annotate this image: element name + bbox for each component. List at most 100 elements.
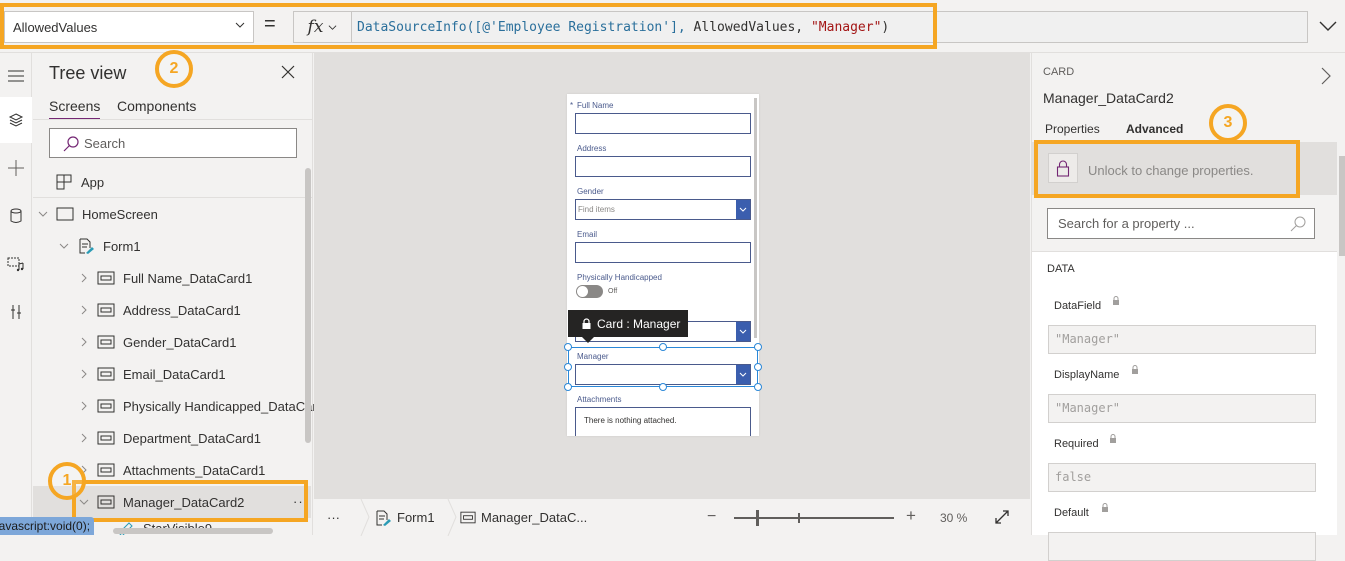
- tab-components[interactable]: Components: [117, 98, 196, 118]
- screen-scrollbar[interactable]: [754, 98, 757, 338]
- chevron-down-icon[interactable]: [38, 209, 48, 219]
- breadcrumb-more[interactable]: ···: [327, 499, 340, 536]
- tree-view-title: Tree view: [49, 63, 127, 83]
- tree-view-button[interactable]: [0, 97, 32, 143]
- properties-panel: CARD Manager_DataCard2 Properties Advanc…: [1031, 53, 1345, 561]
- tree-item-datacard[interactable]: Address_DataCard1: [33, 294, 303, 326]
- chevron-right-icon[interactable]: [79, 305, 89, 315]
- dropdown-button[interactable]: [736, 322, 750, 341]
- fx-button[interactable]: fx: [293, 11, 352, 43]
- resize-handle[interactable]: [564, 343, 572, 351]
- chevron-right-icon[interactable]: [79, 433, 89, 443]
- tab-divider: [33, 119, 313, 120]
- database-icon: [10, 208, 22, 223]
- tree-view-panel: Tree view Screens Components Search App …: [33, 53, 331, 536]
- handicapped-toggle[interactable]: [576, 285, 603, 298]
- chevron-right-icon[interactable]: [79, 273, 89, 283]
- chevron-right-icon[interactable]: [1320, 67, 1332, 85]
- resize-handle[interactable]: [564, 363, 572, 371]
- chevron-down-icon: [329, 24, 337, 30]
- chevron-right-icon[interactable]: [79, 369, 89, 379]
- chevron-down-icon[interactable]: [79, 497, 89, 507]
- tab-properties[interactable]: Properties: [1045, 122, 1100, 140]
- tree-horizontal-scrollbar[interactable]: [113, 528, 273, 534]
- tab-screens[interactable]: Screens: [49, 98, 101, 120]
- resize-handle[interactable]: [659, 383, 667, 391]
- media-button[interactable]: [0, 241, 32, 287]
- lock-icon: [1113, 296, 1119, 305]
- breadcrumb-manager-datacard[interactable]: Manager_DataC...: [460, 499, 587, 536]
- tree-scrollbar[interactable]: [305, 168, 311, 443]
- selection-box[interactable]: [568, 347, 758, 387]
- property-search-input[interactable]: Search for a property ...: [1047, 208, 1315, 239]
- formula-input[interactable]: DataSourceInfo([@'Employee Registration'…: [352, 11, 1308, 43]
- lock-icon: [1102, 503, 1108, 512]
- unlock-button[interactable]: [1048, 153, 1078, 183]
- tools-button[interactable]: [0, 289, 32, 335]
- property-value-datafield[interactable]: "Manager": [1048, 325, 1316, 354]
- chevron-right-icon[interactable]: [79, 337, 89, 347]
- more-options-button[interactable]: ···: [293, 494, 309, 509]
- canvas[interactable]: * Full Name Address Gender Find items Em…: [314, 53, 1030, 498]
- chevron-down-icon: [235, 22, 245, 28]
- fx-icon: fx: [307, 17, 324, 37]
- card-icon: [97, 463, 115, 477]
- property-dropdown[interactable]: AllowedValues: [4, 11, 254, 43]
- resize-handle[interactable]: [659, 343, 667, 351]
- tree-item-datacard[interactable]: Department_DataCard1: [33, 422, 303, 454]
- tree-item-app[interactable]: App: [33, 166, 303, 198]
- full-name-input[interactable]: [575, 113, 751, 134]
- menu-button[interactable]: [0, 53, 32, 99]
- chevron-right-icon[interactable]: [79, 401, 89, 411]
- resize-handle[interactable]: [564, 383, 572, 391]
- address-input[interactable]: [575, 156, 751, 177]
- close-icon[interactable]: [280, 64, 296, 80]
- zoom-slider-thumb[interactable]: [756, 510, 759, 526]
- resize-handle[interactable]: [754, 343, 762, 351]
- tree-item-datacard[interactable]: Email_DataCard1: [33, 358, 303, 390]
- control-name[interactable]: Manager_DataCard2: [1043, 90, 1174, 106]
- formula-argument: AllowedValues,: [685, 19, 811, 35]
- section-header-data: DATA: [1047, 263, 1075, 275]
- property-value-default[interactable]: [1048, 532, 1316, 561]
- tree-item-datacard[interactable]: Full Name_DataCard1: [33, 262, 303, 294]
- chevron-down-icon[interactable]: [59, 241, 69, 251]
- property-search-placeholder: Search for a property ...: [1058, 216, 1195, 231]
- breadcrumb-separator-icon: [447, 499, 457, 536]
- attachments-box[interactable]: There is nothing attached.: [575, 407, 751, 436]
- resize-handle[interactable]: [754, 363, 762, 371]
- property-value-displayname[interactable]: "Manager": [1048, 394, 1316, 423]
- gender-dropdown[interactable]: Find items: [575, 199, 751, 220]
- dropdown-button[interactable]: [736, 200, 750, 219]
- properties-scrollbar-thumb[interactable]: [1339, 156, 1345, 256]
- status-link-tooltip: javascript:void(0);: [0, 517, 95, 535]
- breadcrumb-form1[interactable]: Form1: [374, 499, 435, 536]
- resize-handle[interactable]: [754, 383, 762, 391]
- tree-item-label: Manager_DataCard2: [123, 494, 245, 510]
- tree-item-datacard[interactable]: Physically Handicapped_DataCard1: [33, 390, 331, 422]
- tree-item-datacard[interactable]: Gender_DataCard1: [33, 326, 303, 358]
- zoom-in-button[interactable]: +: [906, 506, 916, 526]
- form-icon: [79, 238, 94, 254]
- tree-search-input[interactable]: Search: [49, 128, 297, 158]
- insert-button[interactable]: [0, 145, 32, 191]
- chevron-down-icon: [739, 207, 747, 212]
- data-button[interactable]: [0, 193, 32, 239]
- expand-formula-icon[interactable]: [1318, 18, 1338, 34]
- card-icon: [97, 431, 115, 445]
- property-value-required[interactable]: false: [1048, 463, 1316, 492]
- zoom-value: 30 %: [940, 511, 968, 525]
- tree-item-label: Gender_DataCard1: [123, 334, 237, 350]
- tab-advanced[interactable]: Advanced: [1126, 122, 1184, 142]
- tree-item-label: Department_DataCard1: [123, 430, 262, 446]
- search-icon: [63, 136, 79, 152]
- email-input[interactable]: [575, 242, 751, 263]
- fit-to-window-icon[interactable]: [994, 509, 1010, 525]
- card-tooltip: Card : Manager: [568, 310, 688, 343]
- tree-item-homescreen[interactable]: HomeScreen: [33, 198, 303, 230]
- tree-item-form1[interactable]: Form1: [33, 230, 303, 262]
- form-icon: [376, 510, 391, 526]
- tree-item-label: App: [81, 174, 105, 190]
- tree-item-label: Form1: [103, 238, 141, 254]
- zoom-out-button[interactable]: −: [707, 508, 716, 526]
